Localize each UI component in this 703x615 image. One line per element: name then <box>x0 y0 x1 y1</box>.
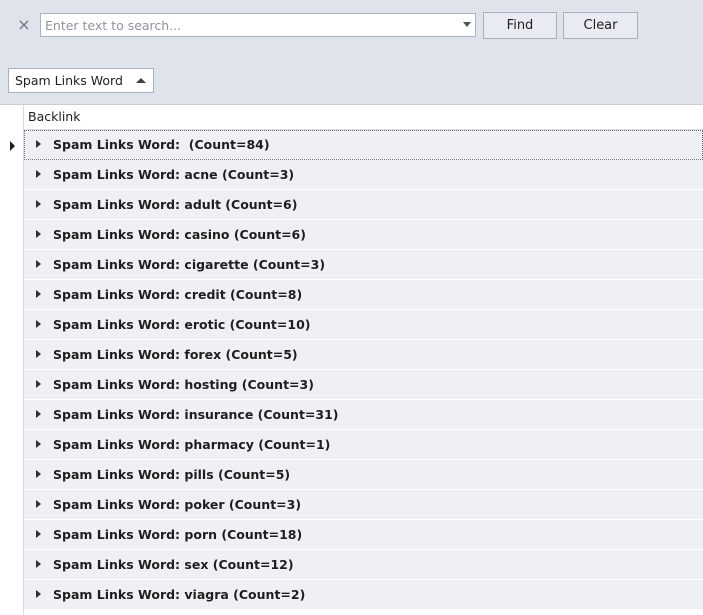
group-row[interactable]: Spam Links Word: pills (Count=5) <box>24 460 703 490</box>
group-row[interactable]: Spam Links Word: insurance (Count=31) <box>24 400 703 430</box>
search-input[interactable] <box>41 14 451 36</box>
group-row-label: Spam Links Word: insurance (Count=31) <box>53 407 339 422</box>
find-panel: × Find Clear <box>0 0 703 52</box>
group-row-label: Spam Links Word: sex (Count=12) <box>53 557 294 572</box>
expand-arrow-icon[interactable] <box>36 380 41 388</box>
row-indicator-icon <box>10 141 15 151</box>
group-row[interactable]: Spam Links Word: hosting (Count=3) <box>24 370 703 400</box>
group-row-label: Spam Links Word: casino (Count=6) <box>53 227 306 242</box>
group-row[interactable]: Spam Links Word: credit (Count=8) <box>24 280 703 310</box>
group-row[interactable]: Spam Links Word: pharmacy (Count=1) <box>24 430 703 460</box>
expand-arrow-icon[interactable] <box>36 470 41 478</box>
find-button[interactable]: Find <box>483 12 557 39</box>
group-row-label: Spam Links Word: pills (Count=5) <box>53 467 291 482</box>
group-row-label: Spam Links Word: adult (Count=6) <box>53 197 298 212</box>
sort-ascending-icon <box>136 78 146 83</box>
expand-arrow-icon[interactable] <box>36 500 41 508</box>
group-row-label: Spam Links Word: cigarette (Count=3) <box>53 257 326 272</box>
expand-arrow-icon[interactable] <box>36 140 41 148</box>
expand-arrow-icon[interactable] <box>36 200 41 208</box>
group-row-label: Spam Links Word: acne (Count=3) <box>53 167 295 182</box>
search-box[interactable] <box>40 13 476 37</box>
group-row[interactable]: Spam Links Word: (Count=84) <box>24 130 703 160</box>
group-row[interactable]: Spam Links Word: acne (Count=3) <box>24 160 703 190</box>
group-row-label: Spam Links Word: porn (Count=18) <box>53 527 303 542</box>
expand-arrow-icon[interactable] <box>36 170 41 178</box>
chevron-down-icon[interactable] <box>463 22 471 27</box>
group-row[interactable]: Spam Links Word: adult (Count=6) <box>24 190 703 220</box>
expand-arrow-icon[interactable] <box>36 350 41 358</box>
expand-arrow-icon[interactable] <box>36 320 41 328</box>
expand-arrow-icon[interactable] <box>36 260 41 268</box>
group-column-label: Spam Links Word <box>15 73 123 88</box>
group-by-panel: Spam Links Word <box>0 52 703 105</box>
group-column-chip[interactable]: Spam Links Word <box>8 68 154 93</box>
expand-arrow-icon[interactable] <box>36 410 41 418</box>
data-grid: Backlink Spam Links Word: (Count=84) Spam… <box>0 105 703 615</box>
expand-arrow-icon[interactable] <box>36 440 41 448</box>
column-header-backlink[interactable]: Backlink <box>24 105 703 130</box>
group-row[interactable]: Spam Links Word: erotic (Count=10) <box>24 310 703 340</box>
expand-arrow-icon[interactable] <box>36 230 41 238</box>
group-row-label: Spam Links Word: hosting (Count=3) <box>53 377 314 392</box>
group-row-label: Spam Links Word: forex (Count=5) <box>53 347 298 362</box>
expand-arrow-icon[interactable] <box>36 290 41 298</box>
group-row[interactable]: Spam Links Word: poker (Count=3) <box>24 490 703 520</box>
group-row-label: Spam Links Word: credit (Count=8) <box>53 287 303 302</box>
expand-arrow-icon[interactable] <box>36 560 41 568</box>
group-row-label: Spam Links Word: (Count=84) <box>53 137 270 152</box>
expand-arrow-icon[interactable] <box>36 590 41 598</box>
group-rows: Spam Links Word: (Count=84) Spam Links Wo… <box>24 130 703 610</box>
group-row[interactable]: Spam Links Word: forex (Count=5) <box>24 340 703 370</box>
expand-arrow-icon[interactable] <box>36 530 41 538</box>
group-row-label: Spam Links Word: pharmacy (Count=1) <box>53 437 331 452</box>
close-icon[interactable]: × <box>17 15 31 35</box>
clear-button[interactable]: Clear <box>563 12 638 39</box>
group-row-label: Spam Links Word: erotic (Count=10) <box>53 317 311 332</box>
group-row[interactable]: Spam Links Word: sex (Count=12) <box>24 550 703 580</box>
row-indicator-column <box>0 105 24 615</box>
group-row[interactable]: Spam Links Word: casino (Count=6) <box>24 220 703 250</box>
group-row[interactable]: Spam Links Word: cigarette (Count=3) <box>24 250 703 280</box>
group-row[interactable]: Spam Links Word: viagra (Count=2) <box>24 580 703 610</box>
column-header-label: Backlink <box>28 109 81 124</box>
group-row-label: Spam Links Word: viagra (Count=2) <box>53 587 306 602</box>
group-row[interactable]: Spam Links Word: porn (Count=18) <box>24 520 703 550</box>
group-row-label: Spam Links Word: poker (Count=3) <box>53 497 302 512</box>
